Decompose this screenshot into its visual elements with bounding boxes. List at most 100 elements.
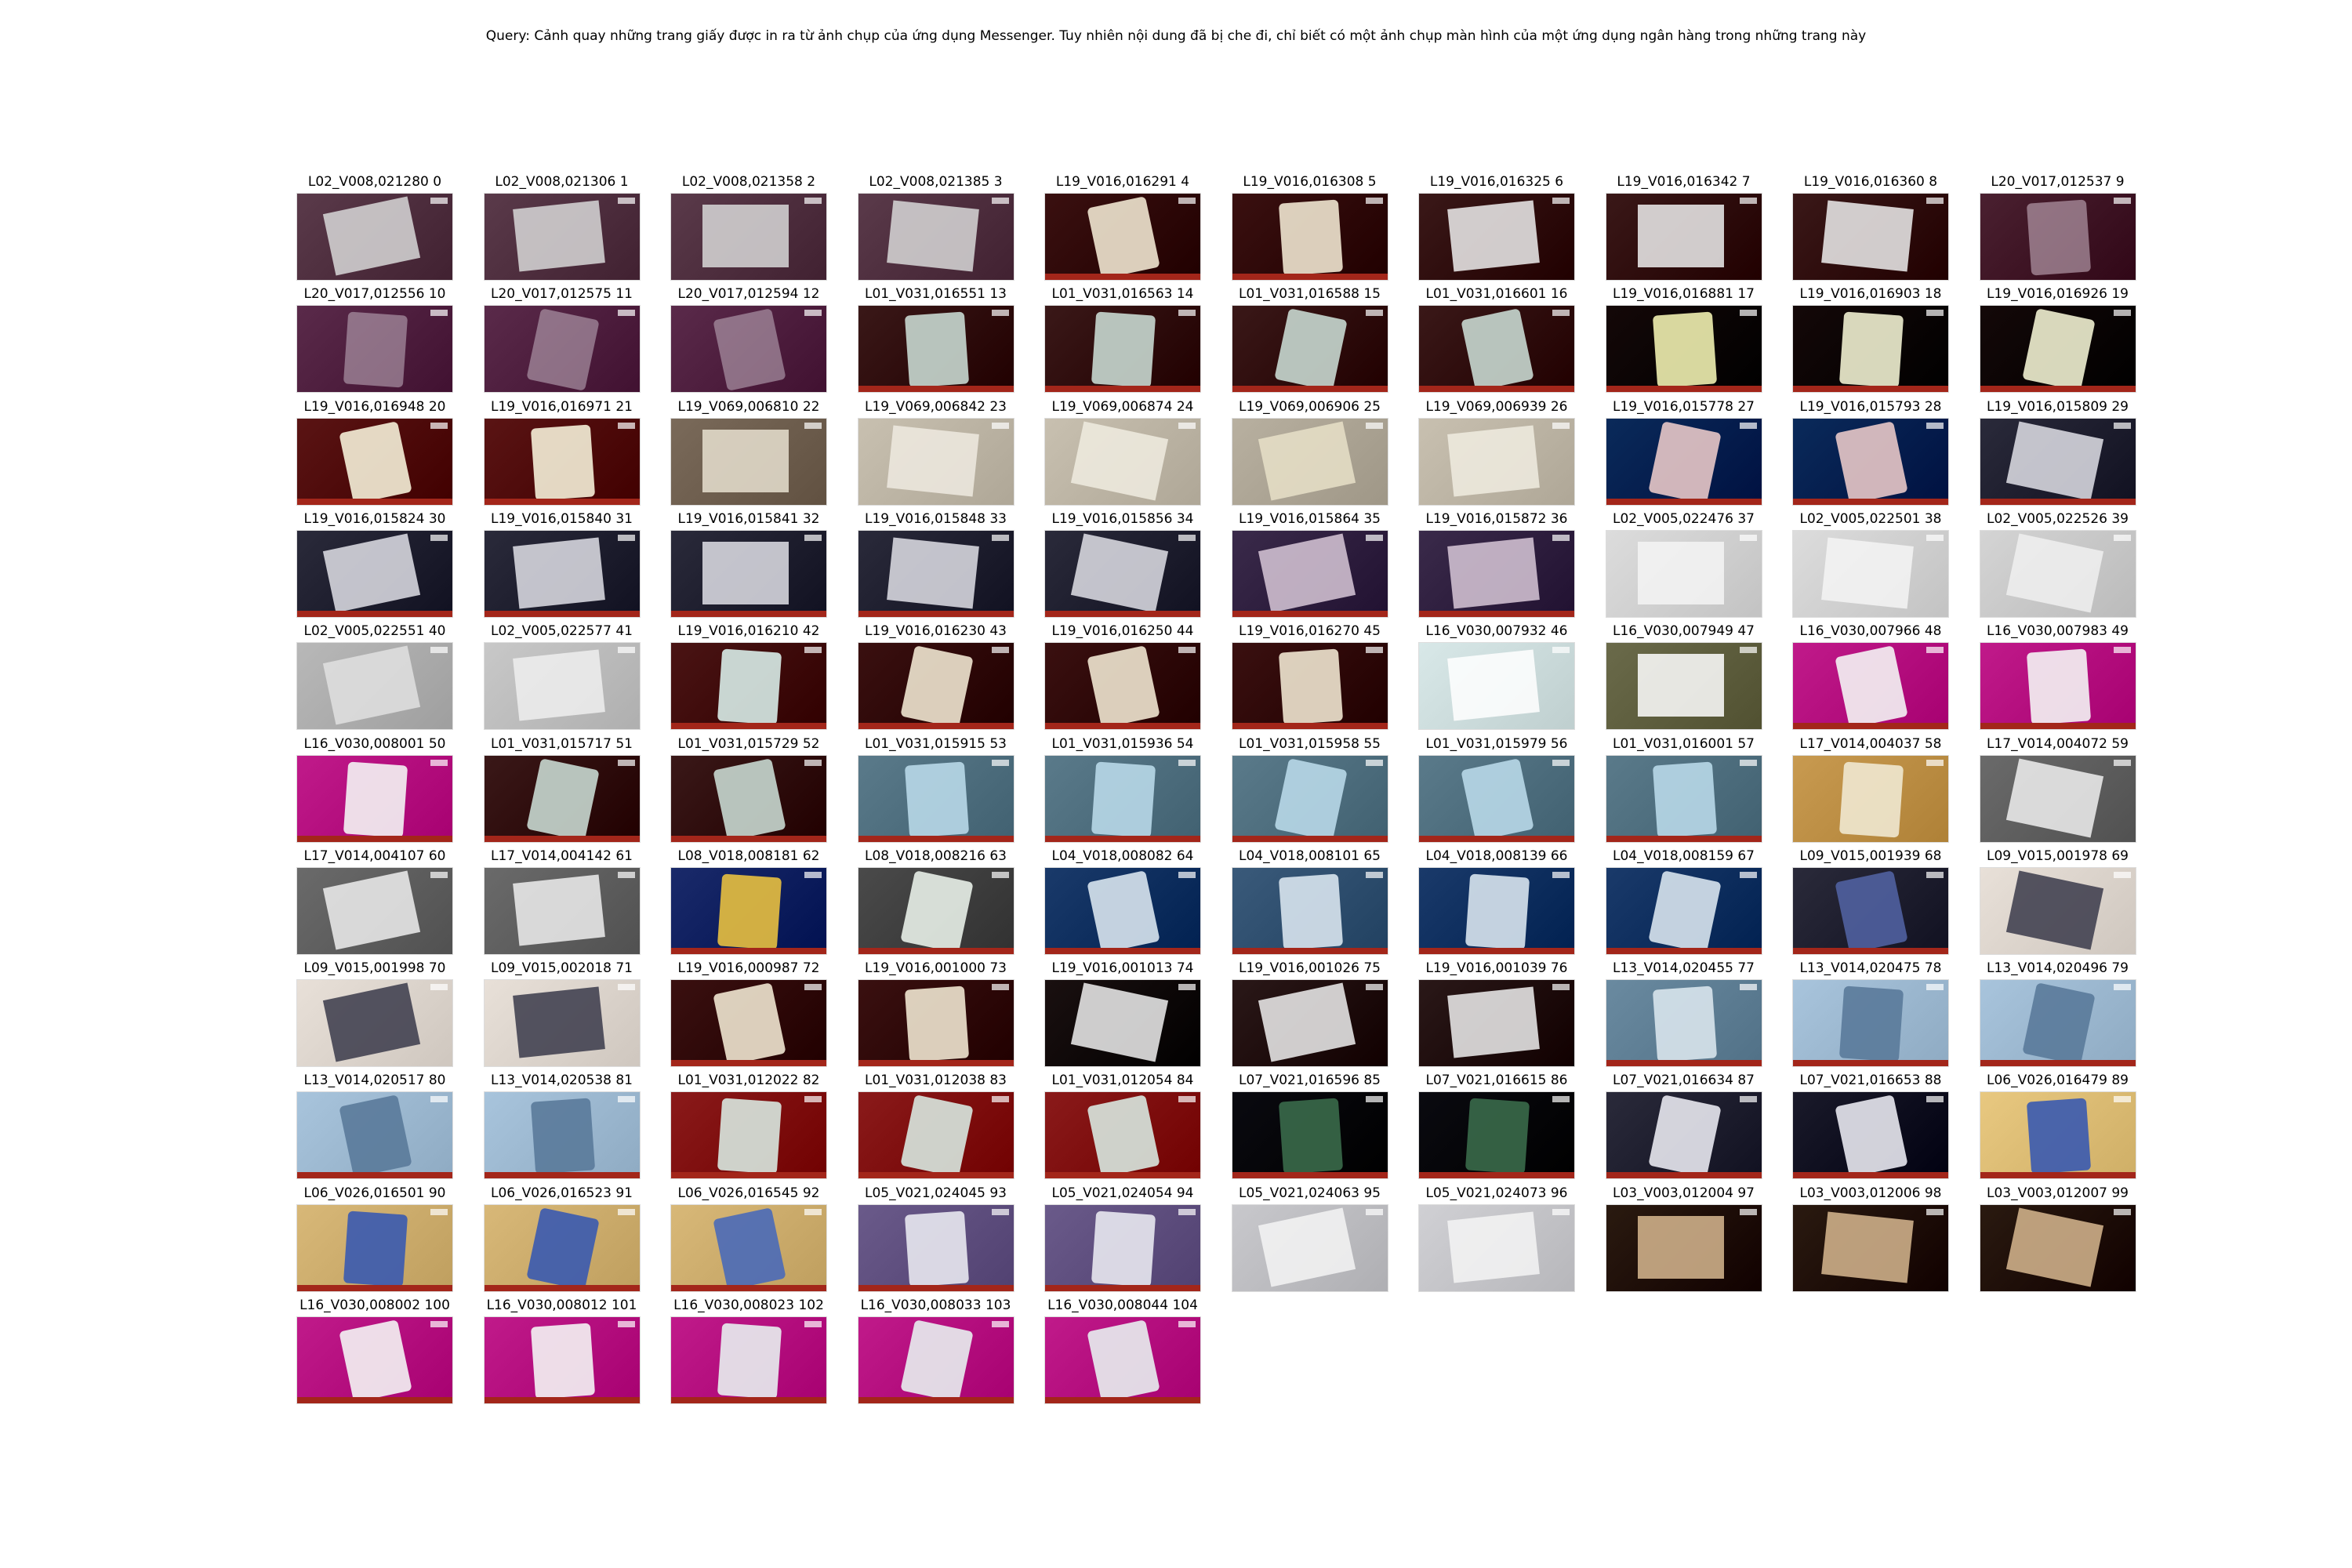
frame-thumbnail[interactable]: [1418, 305, 1575, 394]
frame-thumbnail[interactable]: [1979, 1091, 2136, 1180]
frame-thumbnail[interactable]: [1231, 417, 1388, 506]
frame-thumbnail[interactable]: [1792, 866, 1949, 955]
frame-thumbnail[interactable]: [296, 417, 453, 506]
frame-thumbnail[interactable]: [857, 1091, 1014, 1180]
frame-thumbnail[interactable]: [483, 866, 641, 955]
frame-thumbnail[interactable]: [483, 1316, 641, 1404]
frame-thumbnail[interactable]: [857, 866, 1014, 955]
frame-thumbnail[interactable]: [1418, 754, 1575, 843]
frame-thumbnail[interactable]: [1231, 529, 1388, 618]
frame-thumbnail[interactable]: [670, 1316, 827, 1404]
frame-thumbnail[interactable]: [1044, 305, 1201, 394]
frame-thumbnail[interactable]: [483, 979, 641, 1068]
frame-thumbnail[interactable]: [1979, 754, 2136, 843]
frame-thumbnail[interactable]: [1605, 754, 1762, 843]
frame-thumbnail[interactable]: [857, 1316, 1014, 1404]
frame-thumbnail[interactable]: [1605, 529, 1762, 618]
frame-thumbnail[interactable]: [1979, 193, 2136, 281]
frame-thumbnail[interactable]: [296, 305, 453, 394]
frame-thumbnail[interactable]: [1044, 642, 1201, 731]
frame-thumbnail[interactable]: [1792, 1091, 1949, 1180]
frame-thumbnail[interactable]: [483, 1091, 641, 1180]
frame-thumbnail[interactable]: [1979, 1203, 2136, 1292]
frame-thumbnail[interactable]: [857, 754, 1014, 843]
frame-thumbnail[interactable]: [670, 305, 827, 394]
frame-thumbnail[interactable]: [296, 866, 453, 955]
frame-thumbnail[interactable]: [1792, 1203, 1949, 1292]
frame-thumbnail[interactable]: [1605, 305, 1762, 394]
frame-thumbnail[interactable]: [1792, 305, 1949, 394]
frame-thumbnail[interactable]: [1418, 417, 1575, 506]
frame-thumbnail[interactable]: [1231, 979, 1388, 1068]
frame-thumbnail[interactable]: [483, 417, 641, 506]
frame-thumbnail[interactable]: [670, 1091, 827, 1180]
frame-thumbnail[interactable]: [1792, 979, 1949, 1068]
frame-thumbnail[interactable]: [670, 193, 827, 281]
frame-thumbnail[interactable]: [1044, 754, 1201, 843]
frame-thumbnail[interactable]: [1231, 642, 1388, 731]
frame-thumbnail[interactable]: [1044, 979, 1201, 1068]
frame-thumbnail[interactable]: [857, 979, 1014, 1068]
frame-thumbnail[interactable]: [1792, 642, 1949, 731]
frame-thumbnail[interactable]: [1979, 529, 2136, 618]
frame-thumbnail[interactable]: [1605, 866, 1762, 955]
frame-thumbnail[interactable]: [1418, 979, 1575, 1068]
frame-thumbnail[interactable]: [1605, 1091, 1762, 1180]
frame-thumbnail[interactable]: [483, 642, 641, 731]
frame-thumbnail[interactable]: [1231, 1203, 1388, 1292]
frame-thumbnail[interactable]: [670, 529, 827, 618]
frame-thumbnail[interactable]: [1418, 193, 1575, 281]
frame-thumbnail[interactable]: [296, 193, 453, 281]
frame-thumbnail[interactable]: [1418, 529, 1575, 618]
frame-thumbnail[interactable]: [1979, 305, 2136, 394]
frame-thumbnail[interactable]: [1792, 529, 1949, 618]
frame-thumbnail[interactable]: [1418, 866, 1575, 955]
frame-thumbnail[interactable]: [1418, 642, 1575, 731]
frame-thumbnail[interactable]: [1231, 1091, 1388, 1180]
frame-thumbnail[interactable]: [1979, 642, 2136, 731]
frame-thumbnail[interactable]: [670, 417, 827, 506]
frame-thumbnail[interactable]: [1792, 417, 1949, 506]
frame-thumbnail[interactable]: [1605, 642, 1762, 731]
frame-thumbnail[interactable]: [1418, 1203, 1575, 1292]
frame-thumbnail[interactable]: [1605, 1203, 1762, 1292]
frame-thumbnail[interactable]: [1979, 417, 2136, 506]
frame-thumbnail[interactable]: [1044, 1316, 1201, 1404]
frame-thumbnail[interactable]: [296, 529, 453, 618]
frame-thumbnail[interactable]: [1044, 866, 1201, 955]
frame-thumbnail[interactable]: [296, 1316, 453, 1404]
frame-thumbnail[interactable]: [296, 642, 453, 731]
frame-thumbnail[interactable]: [857, 642, 1014, 731]
frame-thumbnail[interactable]: [857, 193, 1014, 281]
frame-thumbnail[interactable]: [296, 1091, 453, 1180]
frame-thumbnail[interactable]: [1231, 866, 1388, 955]
frame-thumbnail[interactable]: [857, 529, 1014, 618]
frame-thumbnail[interactable]: [483, 193, 641, 281]
frame-thumbnail[interactable]: [1231, 193, 1388, 281]
frame-thumbnail[interactable]: [483, 754, 641, 843]
frame-thumbnail[interactable]: [1605, 417, 1762, 506]
frame-thumbnail[interactable]: [296, 979, 453, 1068]
frame-thumbnail[interactable]: [670, 979, 827, 1068]
frame-thumbnail[interactable]: [1979, 866, 2136, 955]
frame-thumbnail[interactable]: [1044, 193, 1201, 281]
frame-thumbnail[interactable]: [1231, 305, 1388, 394]
frame-thumbnail[interactable]: [1418, 1091, 1575, 1180]
frame-thumbnail[interactable]: [1044, 417, 1201, 506]
frame-thumbnail[interactable]: [857, 1203, 1014, 1292]
frame-thumbnail[interactable]: [296, 1203, 453, 1292]
frame-thumbnail[interactable]: [296, 754, 453, 843]
frame-thumbnail[interactable]: [483, 529, 641, 618]
frame-thumbnail[interactable]: [1231, 754, 1388, 843]
frame-thumbnail[interactable]: [857, 417, 1014, 506]
frame-thumbnail[interactable]: [670, 642, 827, 731]
frame-thumbnail[interactable]: [1044, 1203, 1201, 1292]
frame-thumbnail[interactable]: [857, 305, 1014, 394]
frame-thumbnail[interactable]: [483, 1203, 641, 1292]
frame-thumbnail[interactable]: [670, 866, 827, 955]
frame-thumbnail[interactable]: [483, 305, 641, 394]
frame-thumbnail[interactable]: [1605, 979, 1762, 1068]
frame-thumbnail[interactable]: [1979, 979, 2136, 1068]
frame-thumbnail[interactable]: [1792, 754, 1949, 843]
frame-thumbnail[interactable]: [670, 1203, 827, 1292]
